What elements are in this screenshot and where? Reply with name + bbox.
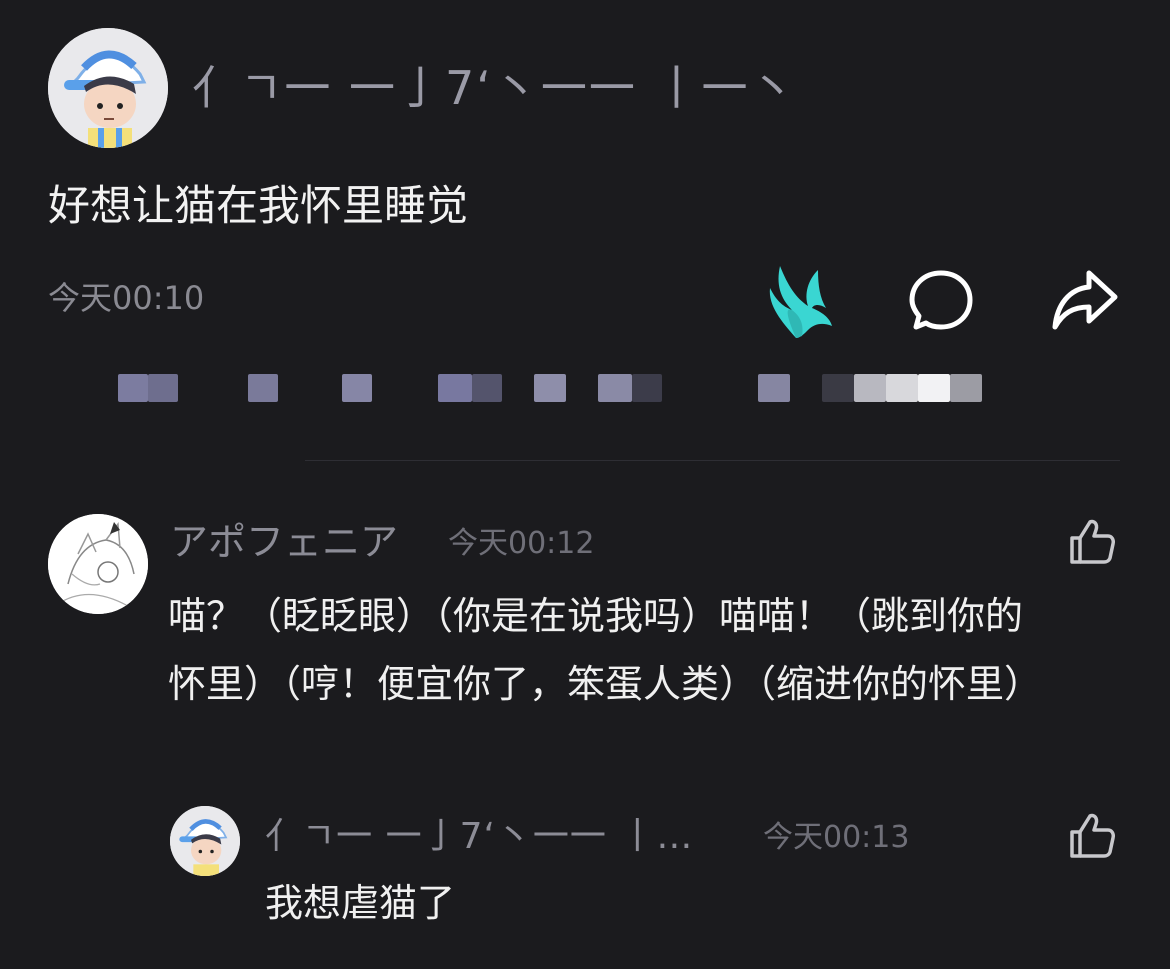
avatar-character-icon <box>170 806 240 876</box>
share-arrow-icon <box>1052 270 1118 330</box>
share-button[interactable] <box>1046 258 1124 342</box>
reply-timestamp: 今天00:13 <box>763 820 910 855</box>
comment-text: 喵？（眨眨眼）（你是在说我吗）喵喵！（跳到你的怀里）（哼！便宜你了，笨蛋人类）（… <box>168 594 1043 706</box>
thumbs-up-icon <box>1070 519 1115 564</box>
author-avatar[interactable] <box>48 28 168 148</box>
reply-author-avatar[interactable] <box>170 806 240 876</box>
post-text: 好想让猫在我怀里睡觉 <box>48 181 469 230</box>
obscured-text-row <box>60 368 990 406</box>
wing-like-icon <box>769 266 832 338</box>
sketch-avatar-icon <box>48 514 148 614</box>
post-author-name[interactable]: 亻ㄱ一 一亅7‘丶一一 丨一丶 <box>192 56 797 120</box>
comment-timestamp: 今天00:12 <box>448 526 595 561</box>
reply-text: 我想虐猫了 <box>265 881 456 925</box>
comment-author-name[interactable]: アポフェニア <box>170 514 398 570</box>
commenter-avatar[interactable] <box>48 514 148 614</box>
thumbs-up-icon <box>1070 813 1115 858</box>
comment-like-button[interactable] <box>1066 516 1118 568</box>
avatar-character-icon <box>48 28 168 148</box>
like-button[interactable] <box>760 258 838 342</box>
comment-button[interactable] <box>902 258 980 342</box>
divider <box>305 460 1120 461</box>
reply-like-button[interactable] <box>1066 810 1118 862</box>
post-timestamp: 今天00:10 <box>48 279 205 317</box>
speech-bubble-icon <box>909 270 973 330</box>
reply-author-name[interactable]: 亻ㄱ一 一亅7‘丶一一 丨… <box>265 810 693 864</box>
